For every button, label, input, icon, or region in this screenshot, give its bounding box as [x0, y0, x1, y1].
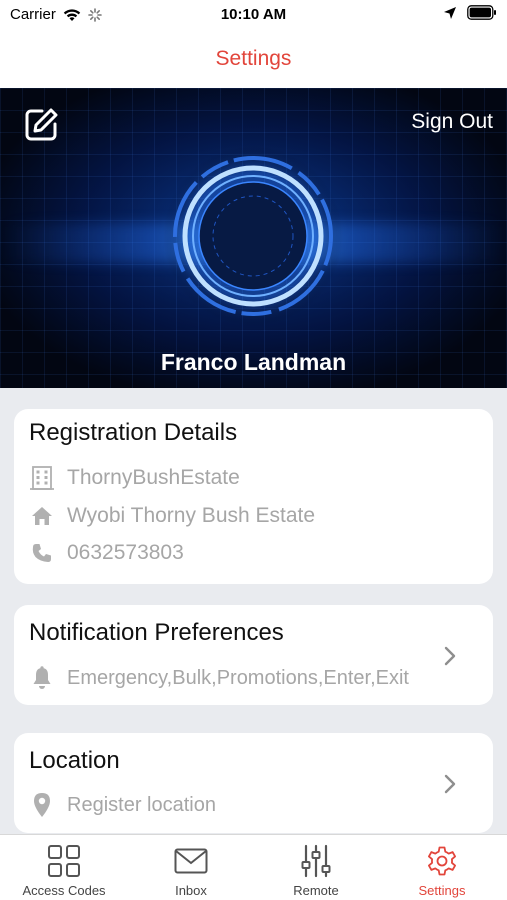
notification-types: Emergency,Bulk,Promotions,Enter,Exit — [67, 666, 409, 689]
status-time: 10:10 AM — [220, 6, 287, 23]
battery-icon — [467, 5, 496, 20]
registration-details-title: Registration Details — [29, 419, 238, 446]
notification-preferences-card[interactable]: Notification Preferences Emergency,Bulk,… — [14, 605, 493, 705]
home-icon — [29, 503, 55, 529]
location-value-row: Register location — [29, 792, 216, 818]
tab-label: Access Codes — [22, 883, 106, 898]
sign-out-button[interactable]: Sign Out — [411, 110, 493, 134]
tab-access-codes[interactable]: Access Codes — [14, 835, 114, 900]
estate-name: ThornyBushEstate — [67, 466, 240, 489]
user-name: Franco Landman — [160, 349, 347, 375]
bell-icon — [29, 665, 55, 691]
location-arrow-icon — [444, 6, 456, 19]
phone-number: 0632573803 — [67, 541, 184, 564]
location-title: Location — [29, 747, 120, 774]
grid-icon — [46, 843, 82, 879]
security-ring-graphic — [163, 146, 343, 326]
chevron-right-icon — [444, 646, 456, 666]
edit-profile-icon[interactable] — [22, 106, 60, 144]
notification-types-row: Emergency,Bulk,Promotions,Enter,Exit — [29, 665, 409, 691]
tab-label: Remote — [293, 883, 339, 898]
notification-preferences-title: Notification Preferences — [29, 619, 284, 646]
address-row: Wyobi Thorny Bush Estate — [29, 503, 315, 529]
location-value: Register location — [67, 793, 216, 816]
profile-banner: Sign Out Franco Landman — [0, 88, 507, 388]
location-card[interactable]: Location Register location — [14, 733, 493, 833]
building-icon — [29, 465, 55, 491]
registration-details-card: Registration Details ThornyBushEstate Wy… — [14, 409, 493, 584]
map-pin-icon — [29, 792, 55, 818]
navigation-bar: Settings — [0, 30, 507, 88]
tab-label: Settings — [418, 883, 466, 898]
tab-inbox[interactable]: Inbox — [141, 835, 241, 900]
mail-icon — [173, 843, 209, 879]
phone-icon — [29, 540, 55, 566]
gear-icon — [424, 843, 460, 879]
tab-remote[interactable]: Remote — [266, 835, 366, 900]
tab-label: Inbox — [175, 883, 207, 898]
chevron-right-icon — [444, 774, 456, 794]
tab-settings[interactable]: Settings — [392, 835, 492, 900]
page-title: Settings — [215, 47, 292, 70]
estate-row: ThornyBushEstate — [29, 465, 240, 491]
sliders-icon — [298, 843, 334, 879]
status-right — [443, 5, 497, 20]
phone-row: 0632573803 — [29, 540, 184, 566]
tab-bar: Access Codes Inbox Remote Settings — [0, 834, 507, 900]
estate-address: Wyobi Thorny Bush Estate — [67, 504, 316, 527]
status-bar: Carrier 10:10 AM — [0, 0, 507, 30]
